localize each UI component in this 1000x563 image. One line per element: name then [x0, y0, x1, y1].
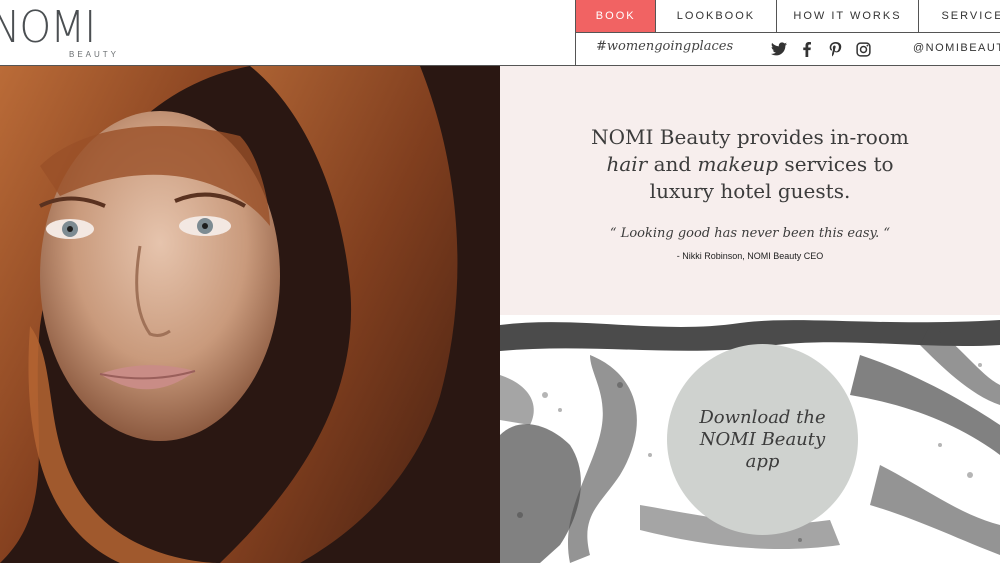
testimonial-author: - Nikki Robinson, NOMI Beauty CEO — [676, 251, 824, 261]
nav-how-it-works[interactable]: HOW IT WORKS — [777, 0, 920, 32]
hero-image — [0, 66, 500, 563]
nav-lookbook[interactable]: LOOKBOOK — [656, 0, 777, 32]
download-app-button[interactable]: Download the NOMI Beauty app — [667, 344, 858, 535]
intro-line-1: NOMI Beauty provides in-room — [591, 125, 909, 149]
site-header: NOMI BEAUTY BOOK LOOKBOOK HOW IT WORKS S… — [0, 0, 1000, 66]
logo-wordmark: NOMI — [0, 2, 96, 53]
testimonial-quote: “ Looking good has never been this easy.… — [609, 226, 891, 241]
intro-and: and — [647, 152, 698, 176]
twitter-icon[interactable] — [771, 41, 787, 57]
nav-book[interactable]: BOOK — [576, 0, 657, 32]
instagram-icon[interactable] — [855, 41, 871, 57]
intro-line-3: luxury hotel guests. — [649, 179, 851, 203]
social-links — [771, 41, 871, 57]
instagram-handle[interactable]: @NOMIBEAUTY — [913, 42, 1000, 54]
intro-panel: NOMI Beauty provides in-room hair and ma… — [500, 66, 1000, 315]
pinterest-icon[interactable] — [827, 41, 843, 57]
main-nav: BOOK LOOKBOOK HOW IT WORKS SERVICES — [575, 0, 1000, 33]
facebook-icon[interactable] — [799, 41, 815, 57]
intro-services-to: services to — [778, 152, 894, 176]
nav-services[interactable]: SERVICES — [919, 0, 1000, 32]
hashtag[interactable]: #womengoingplaces — [596, 39, 733, 54]
logo[interactable]: NOMI BEAUTY — [0, 0, 140, 64]
intro-makeup: makeup — [697, 152, 779, 176]
download-app-label: Download the NOMI Beauty app — [699, 406, 826, 472]
intro-hair: hair — [606, 152, 648, 176]
sub-nav: #womengoingplaces @NOMIBEAUTY — [575, 33, 1000, 65]
portrait-illustration — [0, 66, 500, 563]
logo-subtitle: BEAUTY — [69, 50, 120, 59]
intro-headline: NOMI Beauty provides in-room hair and ma… — [575, 124, 925, 205]
